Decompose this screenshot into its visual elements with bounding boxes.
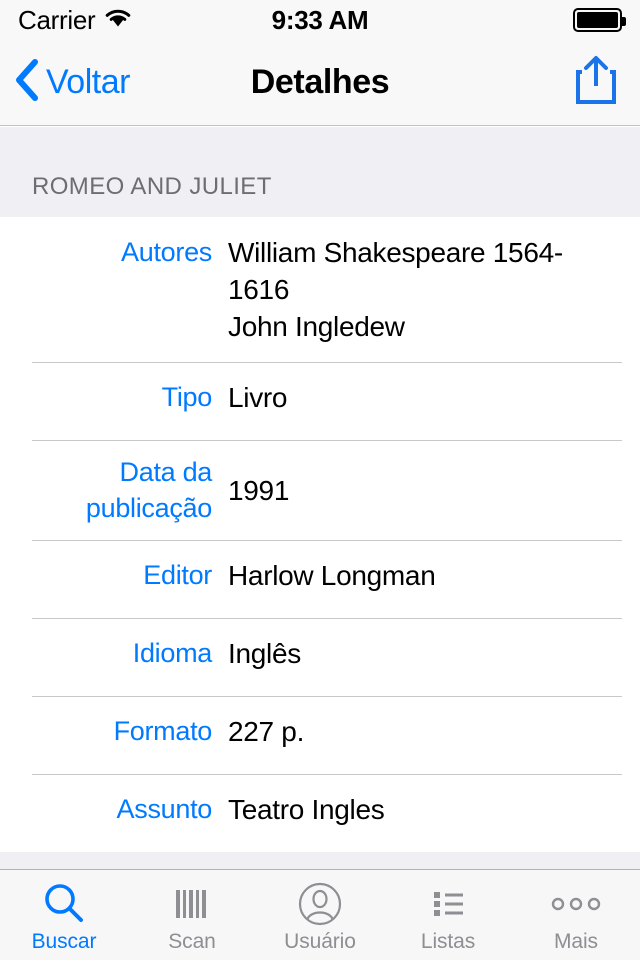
- tab-listas[interactable]: Listas: [384, 870, 512, 960]
- row-label: Data da publicação: [0, 454, 212, 526]
- row-label: Editor: [143, 560, 212, 590]
- status-bar-right: [573, 8, 626, 32]
- row-value: William Shakespeare 1564-1616 John Ingle…: [212, 234, 622, 345]
- row-value: Inglês: [228, 638, 301, 669]
- table-row[interactable]: Formato 227 p.: [0, 696, 640, 774]
- tab-label: Usuário: [284, 930, 356, 953]
- back-button-label: Voltar: [46, 63, 130, 101]
- app-screen: Carrier 9:33 AM Voltar Detalhes ROMEO AN…: [0, 0, 640, 960]
- tab-label: Buscar: [31, 930, 97, 953]
- row-label: Assunto: [116, 794, 213, 824]
- status-bar: Carrier 9:33 AM: [0, 0, 640, 40]
- row-label: Autores: [121, 237, 212, 267]
- row-label-line: publicação: [85, 493, 212, 523]
- user-circle-icon: [297, 882, 343, 926]
- status-bar-left: Carrier: [18, 5, 133, 36]
- detail-scroll-view[interactable]: ROMEO AND JULIET Autores William Shakesp…: [0, 127, 640, 960]
- row-label: Tipo: [161, 382, 213, 412]
- share-icon: [574, 54, 618, 111]
- table-row[interactable]: Editor Harlow Longman: [0, 540, 640, 618]
- navigation-bar: Voltar Detalhes: [0, 40, 640, 126]
- chevron-left-icon: [14, 58, 40, 107]
- wifi-icon: [103, 7, 133, 34]
- row-value: 227 p.: [228, 716, 305, 747]
- row-value: 1991: [228, 474, 290, 506]
- back-button[interactable]: Voltar: [0, 58, 130, 107]
- tab-mais[interactable]: Mais: [512, 870, 640, 960]
- table-row[interactable]: Tipo Livro: [0, 362, 640, 440]
- carrier-label: Carrier: [18, 4, 96, 35]
- battery-full-icon: [573, 8, 626, 32]
- tab-label: Mais: [554, 930, 598, 953]
- row-value-line: John Ingledew: [228, 311, 405, 342]
- barcode-icon: [170, 882, 214, 926]
- tab-usuario[interactable]: Usuário: [256, 870, 384, 960]
- table-row[interactable]: Autores William Shakespeare 1564-1616 Jo…: [0, 217, 640, 362]
- tab-bar: Buscar Scan Usuário Listas Mais: [0, 869, 640, 960]
- search-icon: [40, 882, 88, 926]
- table-row[interactable]: Idioma Inglês: [0, 618, 640, 696]
- tab-buscar[interactable]: Buscar: [0, 870, 128, 960]
- ellipsis-icon: [550, 882, 602, 926]
- table-row[interactable]: Assunto Teatro Ingles: [0, 774, 640, 852]
- tab-label: Scan: [168, 930, 216, 953]
- table-row[interactable]: Data da publicação 1991: [0, 440, 640, 540]
- tab-label: Listas: [420, 930, 476, 953]
- detail-section-body: Autores William Shakespeare 1564-1616 Jo…: [0, 217, 640, 852]
- list-icon: [426, 882, 470, 926]
- row-label-line: Data da: [119, 457, 213, 487]
- row-value: Livro: [228, 382, 288, 413]
- share-button[interactable]: [574, 54, 618, 111]
- row-value: Harlow Longman: [228, 560, 436, 591]
- row-label: Formato: [113, 716, 213, 746]
- row-value-line: William Shakespeare 1564-1616: [228, 237, 563, 305]
- detail-section-header: ROMEO AND JULIET: [0, 127, 640, 217]
- tab-scan[interactable]: Scan: [128, 870, 256, 960]
- row-label: Idioma: [132, 638, 213, 668]
- row-value: Teatro Ingles: [228, 794, 385, 825]
